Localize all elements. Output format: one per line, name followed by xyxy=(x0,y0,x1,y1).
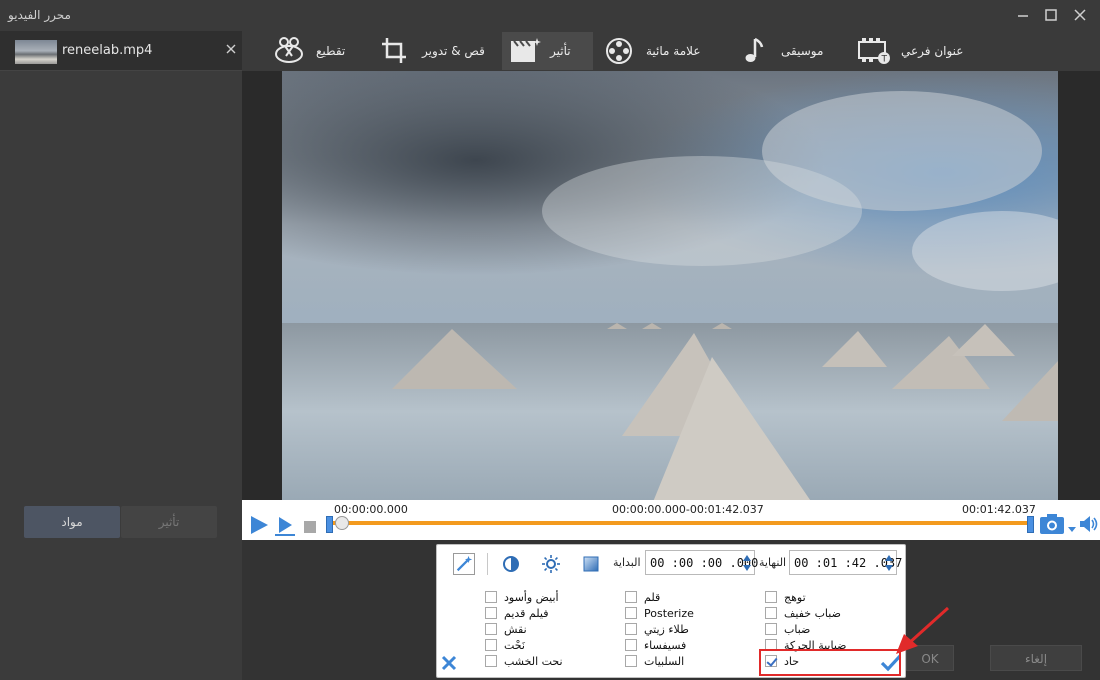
magic-wand-icon[interactable] xyxy=(453,553,475,575)
close-file-icon[interactable] xyxy=(224,41,238,55)
tab-cut[interactable]: تقطيع xyxy=(272,32,345,70)
snapshot-camera-icon[interactable] xyxy=(1039,513,1065,535)
effect-black-white[interactable]: أبيض وأسود xyxy=(485,590,559,604)
material-button[interactable]: مواد xyxy=(24,506,120,538)
timeline-start-time: 00:00:00.000 xyxy=(334,503,408,516)
tab-crop-rotate-label: قص & تدوير xyxy=(422,44,485,58)
toolbar-divider xyxy=(487,553,488,575)
start-time-input[interactable]: 00 :00 :00 .000 xyxy=(645,550,758,575)
effect-sculpture[interactable]: نَحْت xyxy=(485,638,525,652)
effect-fog[interactable]: ضباب xyxy=(765,622,810,636)
file-name: reneelab.mp4 xyxy=(62,43,153,58)
music-note-icon xyxy=(737,36,771,66)
brightness-icon[interactable] xyxy=(541,554,561,574)
play-selection-icon[interactable] xyxy=(274,514,296,536)
tab-cut-label: تقطيع xyxy=(316,44,346,58)
window-title: محرر الفيديو xyxy=(8,8,71,22)
chevron-down-icon[interactable] xyxy=(1067,519,1077,532)
crop-icon xyxy=(378,36,412,66)
red-arrow-annotation xyxy=(890,606,952,656)
end-trim-handle[interactable] xyxy=(1027,516,1034,533)
timeline-track[interactable] xyxy=(330,521,1032,525)
maximize-button[interactable] xyxy=(1042,6,1060,24)
end-time-stepper[interactable] xyxy=(884,553,894,573)
start-label: البداية xyxy=(613,556,641,569)
title-bar: محرر الفيديو xyxy=(0,0,1100,31)
tab-watermark[interactable]: علامة مائية xyxy=(602,32,700,70)
scissors-icon xyxy=(272,36,306,66)
video-frame xyxy=(282,71,1058,500)
tab-watermark-label: علامة مائية xyxy=(646,44,701,58)
file-tab[interactable]: reneelab.mp4 xyxy=(0,31,242,71)
timeline-range: 00:00:00.000-00:01:42.037 xyxy=(612,503,764,516)
minimize-button[interactable] xyxy=(1014,6,1032,24)
cancel-x-icon[interactable] xyxy=(441,655,457,671)
video-thumbnail xyxy=(15,40,57,64)
video-preview xyxy=(242,71,1100,500)
volume-icon[interactable] xyxy=(1079,515,1099,533)
highlight-box xyxy=(759,649,901,676)
tab-subtitle-label: عنوان فرعي xyxy=(901,44,964,58)
editor-tabs: T عنوان فرعي موسيقى علامة مائية تأثير قص… xyxy=(242,31,1100,71)
stop-icon[interactable] xyxy=(304,518,316,533)
tab-music[interactable]: موسيقى xyxy=(737,32,823,70)
effect-mosaic[interactable]: فسيفساء xyxy=(625,638,686,652)
film-reel-icon xyxy=(602,36,636,66)
effect-wood-carving[interactable]: نحت الخشب xyxy=(485,654,563,668)
close-window-button[interactable] xyxy=(1071,6,1089,24)
tab-music-label: موسيقى xyxy=(781,44,824,58)
end-time-input[interactable]: 00 :01 :42 .037 xyxy=(789,550,902,575)
tab-crop-rotate[interactable]: قص & تدوير xyxy=(378,32,485,70)
subtitle-icon: T xyxy=(857,36,891,66)
effect-posterize[interactable]: Posterize xyxy=(625,606,694,620)
start-trim-handle[interactable] xyxy=(326,516,333,533)
effect-clapper-icon xyxy=(508,36,542,66)
effect-glow[interactable]: توهج xyxy=(765,590,806,604)
start-time-stepper[interactable] xyxy=(742,553,752,573)
timeline-bar: 00:00:00.000 00:00:00.000-00:01:42.037 0… xyxy=(242,500,1100,540)
effect-old-film[interactable]: فيلم قديم xyxy=(485,606,548,620)
effect-light-fog[interactable]: ضباب خفيف xyxy=(765,606,841,620)
contrast-icon[interactable] xyxy=(501,554,521,574)
saturation-icon[interactable] xyxy=(581,554,601,574)
media-panel: reneelab.mp4 تأثير مواد xyxy=(0,31,242,680)
tab-effect-label: تأثير xyxy=(550,44,571,58)
play-icon[interactable] xyxy=(248,514,270,536)
effect-oil-paint[interactable]: طلاء زيتي xyxy=(625,622,689,636)
timeline-end-time: 00:01:42.037 xyxy=(962,503,1036,516)
tab-subtitle[interactable]: T عنوان فرعي xyxy=(857,32,963,70)
svg-text:T: T xyxy=(881,55,888,65)
effect-pencil[interactable]: قلم xyxy=(625,590,660,604)
end-label: النهاية xyxy=(759,556,787,569)
effect-emboss[interactable]: نقش xyxy=(485,622,527,636)
cancel-button[interactable]: إلغاء xyxy=(990,645,1082,671)
effect-button[interactable]: تأثير xyxy=(121,506,217,538)
tab-effect[interactable]: تأثير xyxy=(502,32,593,70)
playhead-knob[interactable] xyxy=(335,516,349,530)
effect-negative[interactable]: السلبيات xyxy=(625,654,684,668)
